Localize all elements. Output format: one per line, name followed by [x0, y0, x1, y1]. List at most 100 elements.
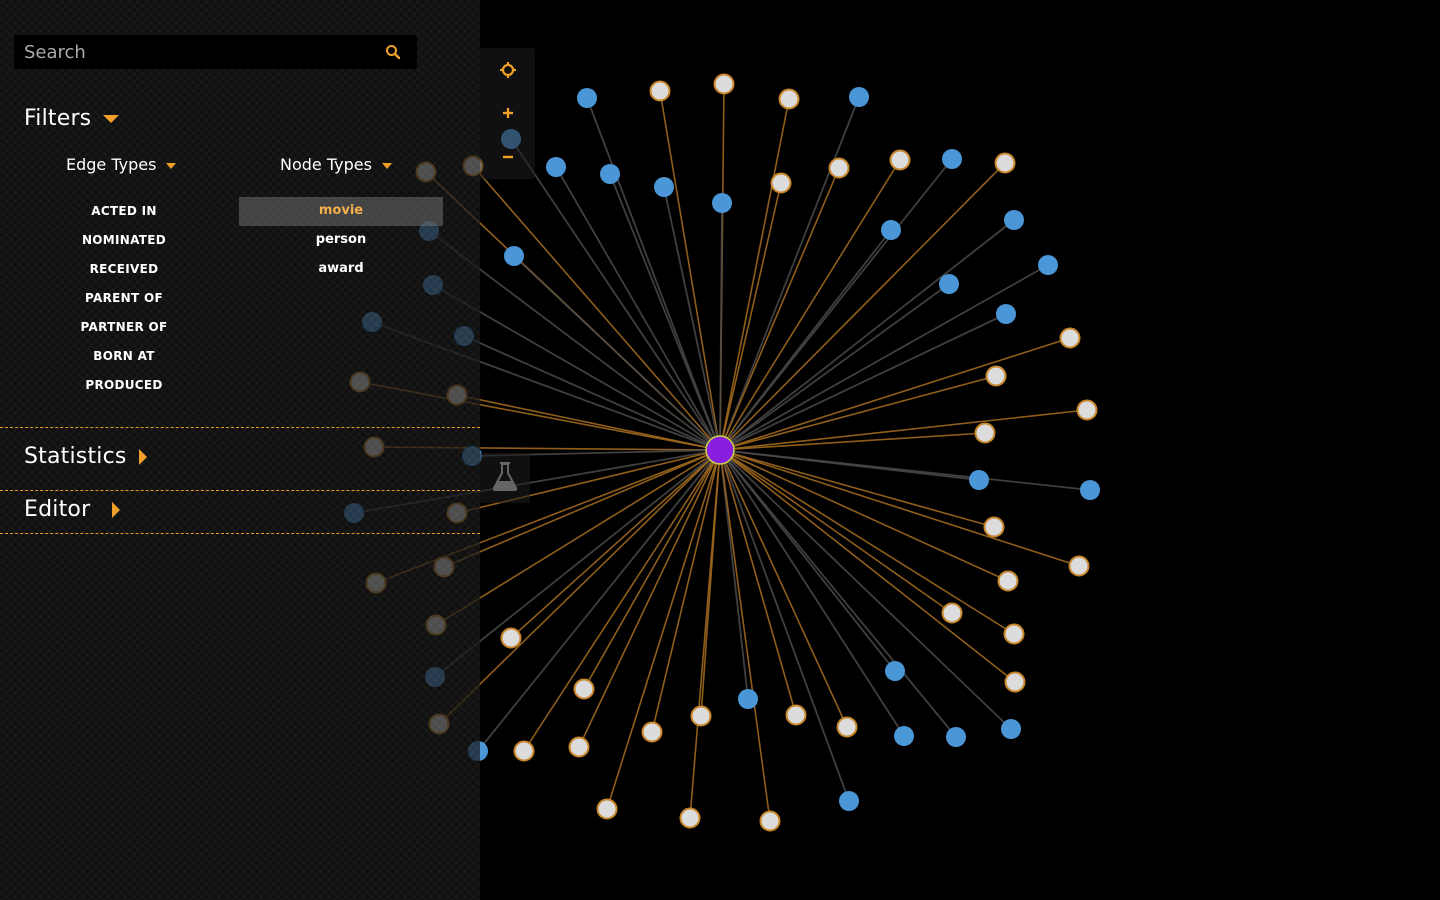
movie-node[interactable] — [679, 807, 701, 829]
node-type-person[interactable]: person — [239, 226, 443, 255]
search-icon[interactable] — [385, 44, 401, 60]
movie-node[interactable] — [836, 716, 858, 738]
person-node[interactable] — [1004, 210, 1024, 230]
person-node[interactable] — [839, 791, 859, 811]
caret-right-icon — [112, 502, 121, 518]
movie-node[interactable] — [778, 88, 800, 110]
edge-acted-in[interactable] — [472, 165, 721, 451]
filters-header[interactable]: Filters — [24, 106, 120, 131]
edge-person[interactable] — [586, 97, 721, 451]
zoom-out-icon[interactable] — [498, 147, 518, 167]
edge-acted-in[interactable] — [719, 98, 790, 451]
movie-node[interactable] — [997, 570, 1019, 592]
edge-type-nominated[interactable]: NOMINATED — [24, 227, 224, 256]
statistics-header[interactable]: Statistics — [24, 444, 147, 469]
person-node[interactable] — [577, 88, 597, 108]
person-node[interactable] — [939, 274, 959, 294]
movie-node[interactable] — [1059, 327, 1081, 349]
movie-node[interactable] — [985, 365, 1007, 387]
movie-node[interactable] — [759, 810, 781, 832]
movie-node[interactable] — [713, 73, 735, 95]
edge-person[interactable] — [513, 255, 721, 451]
lab-button[interactable] — [480, 453, 530, 503]
person-node[interactable] — [894, 726, 914, 746]
person-node[interactable] — [546, 157, 566, 177]
edge-acted-in[interactable] — [659, 90, 721, 451]
edge-acted-in[interactable] — [719, 449, 953, 614]
person-node[interactable] — [1038, 255, 1058, 275]
edge-person[interactable] — [719, 96, 860, 451]
movie-node[interactable] — [983, 516, 1005, 538]
movie-node[interactable] — [974, 422, 996, 444]
person-node[interactable] — [969, 470, 989, 490]
movie-node[interactable] — [1003, 623, 1025, 645]
movie-node[interactable] — [568, 736, 590, 758]
person-node[interactable] — [942, 149, 962, 169]
person-node[interactable] — [885, 661, 905, 681]
edge-acted-in[interactable] — [719, 162, 1006, 451]
movie-node[interactable] — [941, 602, 963, 624]
edge-type-parent-of[interactable]: PARENT OF — [24, 285, 224, 314]
person-node[interactable] — [1001, 719, 1021, 739]
crosshair-icon[interactable] — [498, 60, 518, 80]
movie-node[interactable] — [1068, 555, 1090, 577]
edge-person[interactable] — [663, 186, 721, 451]
edge-person[interactable] — [555, 166, 721, 451]
edge-acted-in[interactable] — [583, 449, 721, 690]
movie-node[interactable] — [994, 152, 1016, 174]
person-node[interactable] — [504, 246, 524, 266]
movie-node[interactable] — [889, 149, 911, 171]
edge-type-produced[interactable]: PRODUCED — [24, 372, 224, 401]
node-type-award[interactable]: award — [239, 255, 443, 284]
movie-node[interactable] — [641, 721, 663, 743]
edge-type-acted-in[interactable]: ACTED IN — [24, 198, 224, 227]
person-node[interactable] — [712, 193, 732, 213]
node-types-title: Node Types — [280, 155, 372, 174]
edge-type-list: ACTED IN NOMINATED RECEIVED PARENT OF PA… — [24, 198, 224, 401]
edge-acted-in[interactable] — [719, 375, 997, 451]
movie-node[interactable] — [785, 704, 807, 726]
award-node-center[interactable] — [705, 435, 735, 465]
person-node[interactable] — [881, 220, 901, 240]
edge-person[interactable] — [719, 202, 723, 451]
movie-node[interactable] — [513, 740, 535, 762]
caret-down-icon — [103, 115, 120, 123]
caret-down-icon — [166, 162, 177, 169]
person-node[interactable] — [849, 87, 869, 107]
person-node[interactable] — [600, 164, 620, 184]
node-types-dropdown[interactable]: Node Types — [280, 155, 392, 174]
edge-acted-in[interactable] — [719, 449, 1080, 567]
editor-header[interactable]: Editor — [24, 497, 121, 522]
person-node[interactable] — [654, 177, 674, 197]
movie-node[interactable] — [1076, 399, 1098, 421]
edge-types-title: Edge Types — [66, 155, 157, 174]
edge-acted-in[interactable] — [719, 409, 1088, 451]
zoom-in-icon[interactable] — [498, 103, 518, 123]
person-node[interactable] — [996, 304, 1016, 324]
movie-node[interactable] — [649, 80, 671, 102]
edge-type-partner-of[interactable]: PARTNER OF — [24, 314, 224, 343]
person-node[interactable] — [946, 727, 966, 747]
node-type-movie[interactable]: movie — [239, 197, 443, 226]
movie-node[interactable] — [500, 627, 522, 649]
movie-node[interactable] — [828, 157, 850, 179]
movie-node[interactable] — [690, 705, 712, 727]
editor-title: Editor — [24, 497, 91, 522]
movie-node[interactable] — [770, 172, 792, 194]
edge-acted-in[interactable] — [719, 337, 1071, 451]
edge-acted-in[interactable] — [456, 394, 721, 451]
edge-acted-in[interactable] — [606, 449, 721, 810]
edge-person[interactable] — [719, 449, 1012, 730]
movie-node[interactable] — [573, 678, 595, 700]
person-node[interactable] — [738, 689, 758, 709]
search-input[interactable] — [14, 35, 374, 69]
movie-node[interactable] — [1004, 671, 1026, 693]
edge-type-received[interactable]: RECEIVED — [24, 256, 224, 285]
edge-type-born-at[interactable]: BORN AT — [24, 343, 224, 372]
edge-person[interactable] — [719, 264, 1049, 451]
movie-node[interactable] — [596, 798, 618, 820]
caret-right-icon — [138, 449, 147, 465]
statistics-title: Statistics — [24, 444, 127, 469]
person-node[interactable] — [1080, 480, 1100, 500]
edge-types-dropdown[interactable]: Edge Types — [66, 155, 177, 174]
